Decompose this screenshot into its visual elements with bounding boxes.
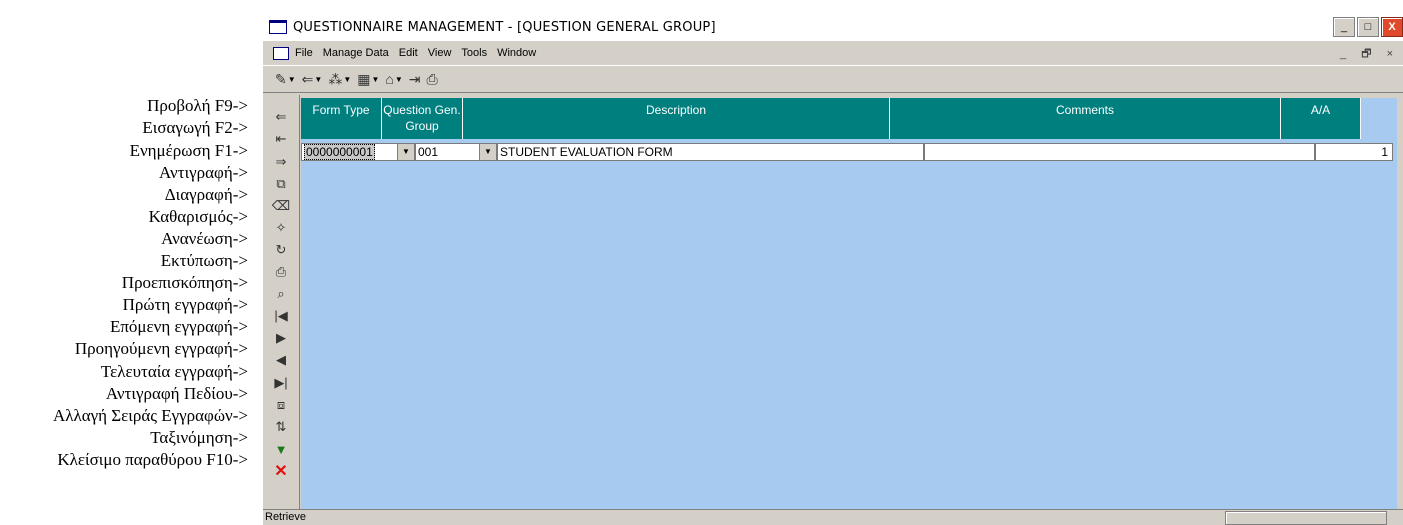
menu-window[interactable]: Window — [497, 47, 536, 59]
mdi-controls[interactable]: _ 🗗 × — [1340, 45, 1399, 64]
annotation-panel: Προβολή F9-> Εισαγωγή F2-> Ενημέρωση F1-… — [0, 0, 248, 525]
chevron-down-icon: ▼ — [343, 74, 352, 84]
close-window-icon[interactable]: ✕ — [271, 461, 291, 481]
status-bar: Retrieve — [263, 509, 1403, 525]
annotation-label: Αντιγραφή-> — [159, 163, 248, 182]
annotation-label: Αλλαγή Σειράς Εγγραφών-> — [52, 406, 248, 425]
form-type-value: 0000000001 — [304, 144, 375, 160]
column-header-description[interactable]: Description — [463, 98, 890, 139]
next-record-icon[interactable]: ▶ — [271, 328, 291, 348]
edit-icon: ✎ — [275, 70, 287, 87]
annotation-label: Προβολή F9-> — [147, 96, 248, 115]
menu-bar: File Manage Data Edit View Tools Window … — [263, 43, 1403, 63]
close-button[interactable]: X — [1381, 17, 1403, 37]
annotation-label: Προηγούμενη εγγραφή-> — [74, 339, 248, 358]
copy-field-icon[interactable]: ⧈ — [271, 395, 291, 415]
aa-field[interactable]: 1 — [1315, 143, 1393, 161]
print-icon: ⎙ — [426, 70, 438, 87]
question-gen-group-dropdown[interactable]: 001 ▼ — [415, 143, 497, 161]
window-controls: _ □ X — [1333, 17, 1403, 37]
annotation-label: Ανανέωση-> — [161, 229, 248, 248]
chevron-down-icon: ▼ — [394, 74, 403, 84]
status-panel — [1225, 511, 1387, 525]
annotation-label: Αντιγραφή Πεδίου-> — [105, 384, 248, 403]
grid-icon: ▦ — [357, 70, 371, 87]
form-type-dropdown[interactable]: 0000000001 ▼ — [301, 143, 415, 161]
annotation-label: Επόμενη εγγραφή-> — [109, 317, 248, 336]
grid-header: Form Type Question Gen. Group Descriptio… — [301, 98, 1397, 139]
chevron-down-icon[interactable]: ▼ — [397, 144, 414, 160]
title-bar[interactable]: QUESTIONNAIRE MANAGEMENT - [QUESTION GEN… — [263, 13, 1403, 41]
clear-icon[interactable]: ✧ — [271, 218, 291, 238]
description-field[interactable]: STUDENT EVALUATION FORM — [497, 143, 924, 161]
column-header-form-type[interactable]: Form Type — [301, 98, 382, 139]
annotation-label: Τελευταία εγγραφή-> — [100, 362, 248, 381]
chevron-down-icon: ▼ — [371, 74, 380, 84]
app-window: QUESTIONNAIRE MANAGEMENT - [QUESTION GEN… — [262, 12, 1403, 525]
insert-icon: ⇐ — [301, 70, 314, 87]
edit-button[interactable]: ✎ ▼ — [275, 71, 296, 88]
insert-icon[interactable]: ⇤ — [271, 129, 291, 149]
data-grid: Form Type Question Gen. Group Descriptio… — [301, 98, 1397, 509]
annotation-label: Διαγραφή-> — [164, 185, 248, 204]
bank-button[interactable]: ⌂ ▼ — [385, 71, 402, 87]
annotation-label: Προεπισκόπηση-> — [121, 273, 248, 292]
comments-field[interactable] — [924, 143, 1315, 161]
exit-icon: ⇥ — [408, 70, 421, 87]
exit-button[interactable]: ⇥ — [409, 71, 421, 88]
annotation-label: Ενημέρωση F1-> — [129, 141, 248, 160]
column-header-question-gen-group[interactable]: Question Gen. Group — [382, 98, 463, 139]
window-icon — [269, 20, 287, 34]
annotation-label: Κλείσιμο παραθύρου F10-> — [57, 450, 248, 469]
side-toolbar: ⇐ ⇤ ⇒ ⧉ ⌫ ✧ ↻ ⎙ ⌕ |◀ ▶ ◀ ▶| ⧈ ⇅ ▼ ✕ — [263, 95, 300, 511]
bank-icon: ⌂ — [385, 71, 394, 87]
document-icon[interactable] — [273, 46, 289, 60]
menu-file[interactable]: File — [295, 47, 313, 59]
column-header-aa[interactable]: A/A — [1281, 98, 1361, 139]
dots-button[interactable]: ⁂ ▼ — [328, 71, 351, 88]
window-title: QUESTIONNAIRE MANAGEMENT - [QUESTION GEN… — [293, 19, 716, 35]
last-record-icon[interactable]: ▶| — [271, 373, 291, 393]
menu-view[interactable]: View — [428, 47, 452, 59]
refresh-icon[interactable]: ↻ — [271, 240, 291, 260]
first-record-icon[interactable]: |◀ — [271, 306, 291, 326]
menu-manage-data[interactable]: Manage Data — [323, 47, 389, 59]
print-button[interactable]: ⎙ — [427, 71, 438, 88]
column-header-comments[interactable]: Comments — [890, 98, 1281, 139]
preview-icon[interactable]: ⌕ — [271, 284, 291, 304]
minimize-button[interactable]: _ — [1333, 17, 1355, 37]
main-toolbar: ✎ ▼ ⇐ ▼ ⁂ ▼ ▦ ▼ ⌂ ▼ ⇥ ⎙ — [263, 65, 1403, 93]
delete-icon[interactable]: ⌫ — [271, 196, 291, 216]
chevron-down-icon[interactable]: ▼ — [479, 144, 496, 160]
status-text: Retrieve — [265, 511, 306, 523]
chevron-down-icon: ▼ — [287, 74, 296, 84]
previous-record-icon[interactable]: ◀ — [271, 350, 291, 370]
copy-icon[interactable]: ⧉ — [271, 174, 291, 194]
annotation-label: Καθαρισμός-> — [148, 207, 248, 226]
annotation-label: Εισαγωγή F2-> — [142, 118, 248, 137]
grid-button[interactable]: ▦ ▼ — [357, 71, 379, 88]
update-icon[interactable]: ⇒ — [271, 152, 291, 172]
insert-button[interactable]: ⇐ ▼ — [302, 71, 323, 88]
question-gen-group-value: 001 — [418, 145, 439, 159]
table-row[interactable]: 0000000001 ▼ 001 ▼ STUDENT EVALUATION FO… — [301, 143, 1397, 161]
sort-icon[interactable]: ▼ — [271, 439, 291, 459]
maximize-button[interactable]: □ — [1357, 17, 1379, 37]
reorder-records-icon[interactable]: ⇅ — [271, 417, 291, 437]
print-icon[interactable]: ⎙ — [271, 262, 291, 282]
view-icon[interactable]: ⇐ — [271, 107, 291, 127]
menu-tools[interactable]: Tools — [461, 47, 487, 59]
dots-icon: ⁂ — [328, 70, 343, 87]
annotation-label: Πρώτη εγγραφή-> — [122, 295, 248, 314]
annotation-label: Εκτύπωση-> — [160, 251, 248, 270]
chevron-down-icon: ▼ — [314, 74, 323, 84]
annotation-label: Ταξινόμηση-> — [150, 428, 248, 447]
menu-edit[interactable]: Edit — [399, 47, 418, 59]
